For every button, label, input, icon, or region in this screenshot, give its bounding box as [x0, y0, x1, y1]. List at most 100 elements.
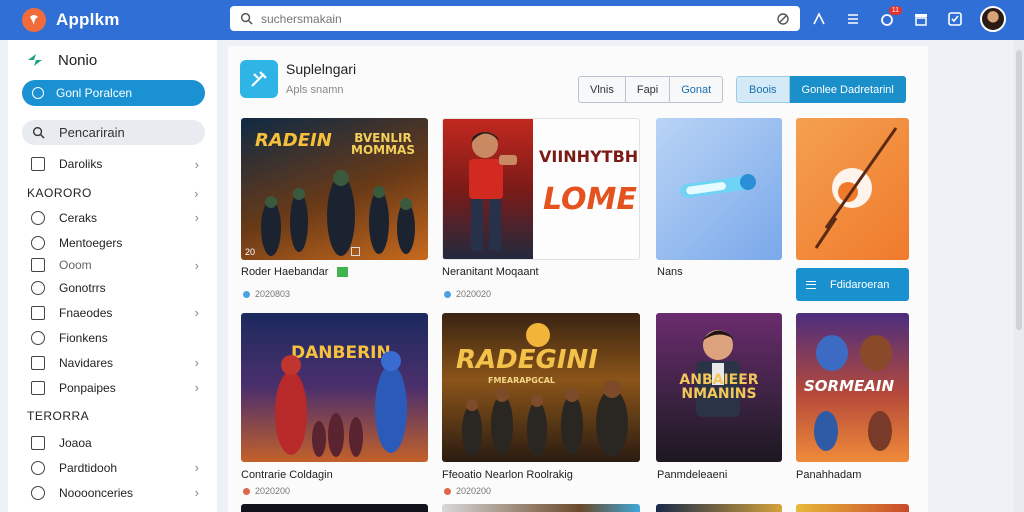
sidebar-item[interactable]: Fnaeodes › [8, 300, 217, 325]
settings-icon [31, 280, 45, 295]
scrollbar-thumb[interactable] [1016, 50, 1022, 330]
search-icon [240, 12, 253, 25]
primary-action-button[interactable]: Gonlee Dadretarinl [789, 76, 906, 103]
image-icon [31, 157, 45, 171]
checkbox-icon[interactable] [946, 10, 964, 28]
clock-icon [31, 235, 45, 250]
card-art-device [680, 174, 756, 198]
seg-button-3[interactable]: Gonat [670, 77, 722, 102]
sidebar-search[interactable]: Pencarirain [22, 120, 205, 145]
sidebar-section-2[interactable]: TERORRA [8, 404, 217, 428]
chevron-right-icon: › [194, 485, 199, 500]
dot-icon [243, 290, 250, 298]
game-card-6[interactable]: RADEGINI FMEARAPGCAL [442, 313, 640, 462]
menu-icon [806, 280, 816, 289]
app-header: Suplelngari Apls snamn [240, 60, 356, 98]
chevron-right-icon: › [194, 460, 199, 475]
sidebar-item[interactable]: Pardtidooh › [8, 455, 217, 480]
card-meta: 2020200 [444, 486, 491, 496]
smile-icon [31, 460, 45, 475]
view-segmented-control: Vlnis Fapi Gonat [578, 76, 724, 103]
sidebar-item[interactable]: Ooom › [8, 255, 217, 275]
sidebar-title: Nonio [58, 51, 98, 69]
store-icon[interactable] [912, 10, 930, 28]
sidebar-item[interactable]: Mentoegers [8, 230, 217, 255]
game-card-3[interactable] [656, 118, 782, 260]
game-card-9[interactable] [241, 504, 428, 512]
avatar[interactable] [980, 6, 1006, 32]
game-card-2[interactable]: VIINHYTBH LOME [442, 118, 640, 260]
card-art-subtitle: LOME [543, 182, 637, 217]
card-art-title: VIINHYTBH [539, 147, 639, 166]
card-title[interactable]: Panahhadam [796, 469, 861, 481]
notification-badge: 11 [888, 6, 902, 15]
seg-button-1[interactable]: Vlnis [579, 77, 626, 102]
sidebar-item[interactable]: Gonotrrs [8, 275, 217, 300]
list-icon[interactable] [844, 10, 862, 28]
logo-icon [22, 8, 46, 32]
user-icon[interactable] [810, 10, 828, 28]
chevron-right-icon: › [194, 257, 199, 273]
sidebar-item[interactable]: Ponpaipes › [8, 375, 217, 400]
dot-icon [444, 290, 451, 298]
app-logo[interactable]: Applkm [22, 8, 230, 32]
sidebar-section-label: KAORORO [27, 186, 92, 200]
sidebar-section-1[interactable]: KAORORO › [8, 181, 217, 205]
sidebar-item[interactable]: Navidares › [8, 350, 217, 375]
help-icon [31, 485, 45, 500]
cta-label: Fdidaroeran [830, 278, 890, 291]
sidebar: Nonio Gonl Poralcen Pencarirain Daroliks… [8, 40, 217, 512]
card-meta: 2020200 [243, 486, 290, 496]
sidebar-item[interactable]: Fionkens [8, 325, 217, 350]
search-bar[interactable] [230, 6, 800, 31]
card-number: 20 [245, 247, 256, 257]
app-icon [240, 60, 278, 98]
card-title[interactable]: Roder Haebandar [241, 266, 328, 278]
dot-icon [444, 487, 451, 495]
card-title[interactable]: Neranitant Moqaant [442, 266, 539, 278]
game-card-11[interactable] [656, 504, 782, 512]
game-card-1[interactable]: RADEIN BVENLIR MOMMAS 20 [241, 118, 428, 260]
card-title[interactable]: Nans [657, 266, 683, 278]
search-input[interactable] [261, 11, 776, 26]
arrow-icon [28, 54, 42, 66]
game-card-7[interactable]: ANBAIEER NMANINS [656, 313, 782, 462]
sidebar-item[interactable]: Ceraks › [8, 205, 217, 230]
card-title[interactable]: Contrarie Coldagin [241, 469, 333, 481]
folder-icon [31, 355, 45, 370]
notification-icon[interactable]: 11 [878, 6, 902, 28]
sidebar-item-label: Gonl Poralcen [56, 86, 133, 100]
circle-icon [32, 87, 44, 99]
grid-icon [31, 210, 45, 225]
card-title[interactable]: Ffeoatio Nearlon Roolrakig [442, 469, 573, 481]
game-card-5[interactable]: DANBERIN [241, 313, 428, 462]
sidebar-section-label: TERORRA [27, 409, 90, 423]
sidebar-item-daroliks[interactable]: Daroliks › [8, 151, 217, 177]
sidebar-item[interactable]: Joaoa [8, 430, 217, 455]
game-card-4[interactable] [796, 118, 909, 260]
app-title: Applkm [56, 10, 120, 29]
sidebar-home[interactable]: Nonio [8, 40, 217, 80]
link-icon [31, 258, 45, 272]
scan-icon[interactable] [776, 12, 790, 26]
app-subtitle: Apls snamn [286, 84, 344, 96]
boois-button[interactable]: Boois [736, 76, 790, 103]
card-title[interactable]: Panmdeleaeni [657, 469, 727, 481]
game-card-10[interactable] [442, 504, 640, 512]
card-art-figures [275, 351, 407, 457]
chevron-right-icon: › [194, 185, 199, 201]
sidebar-item[interactable]: Noooonceries › [8, 480, 217, 505]
chevron-right-icon: › [194, 156, 199, 172]
sidebar-item-active[interactable]: Gonl Poralcen [22, 80, 205, 106]
card-art-swords [814, 127, 898, 249]
game-card-12[interactable] [796, 504, 909, 512]
card-art-figures [462, 323, 628, 457]
card-meta: 2020803 [243, 289, 290, 299]
seg-button-2[interactable]: Fapi [626, 77, 671, 102]
document-icon [31, 305, 45, 320]
scrollbar[interactable] [1014, 40, 1024, 512]
game-card-8[interactable]: SORMEAIN [796, 313, 909, 462]
cta-button[interactable]: Fdidaroeran [796, 268, 909, 301]
package-icon [31, 380, 45, 395]
book-icon [31, 435, 45, 450]
